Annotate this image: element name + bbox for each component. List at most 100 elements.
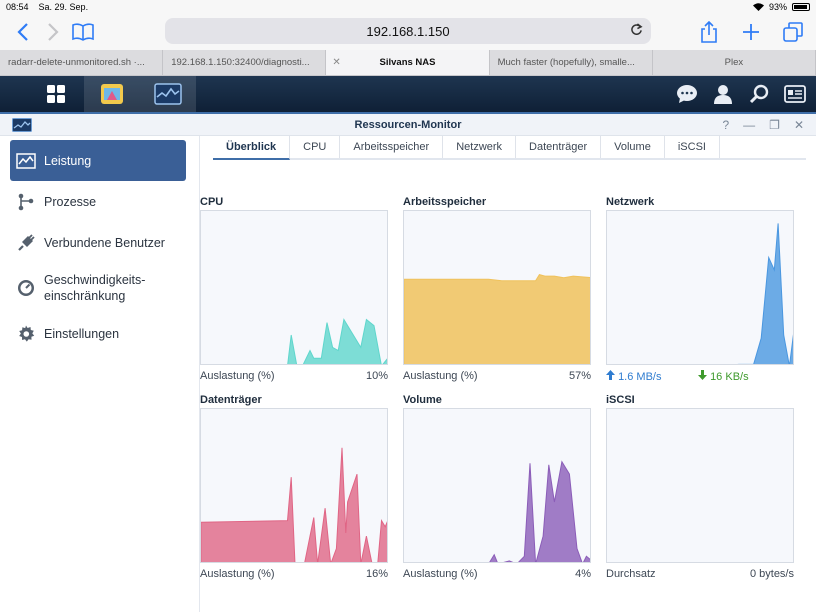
panel-title: CPU xyxy=(200,196,224,208)
process-icon xyxy=(16,192,36,212)
tab-arbeitsspeicher[interactable]: Arbeitsspeicher xyxy=(340,136,444,158)
tab-label: 192.168.1.150:32400/diagnosti... xyxy=(171,57,310,68)
taskbar-app-package[interactable] xyxy=(84,76,140,112)
reload-icon[interactable] xyxy=(630,22,643,40)
tab-datentraeger[interactable]: Datenträger xyxy=(516,136,602,158)
subtab-bar: Überblick CPU Arbeitsspeicher Netzwerk D… xyxy=(213,136,806,160)
volume-series-area xyxy=(489,460,590,562)
tab-label: Much faster (hopefully), smalle... xyxy=(497,57,635,68)
package-center-icon xyxy=(101,84,123,104)
chart-gridlines xyxy=(607,441,794,534)
back-button[interactable] xyxy=(8,17,38,47)
minimize-icon[interactable]: — xyxy=(743,118,755,132)
browser-tab[interactable]: Much faster (hopefully), smalle... xyxy=(490,50,653,75)
sidebar-item-geschwindigkeitseinschraenkung[interactable]: Geschwindigkeits- einschränkung xyxy=(10,263,186,313)
disk-chart xyxy=(200,408,388,563)
search-button[interactable] xyxy=(746,81,772,107)
plug-icon xyxy=(16,233,36,253)
new-tab-button[interactable] xyxy=(736,17,766,47)
chat-bubble-icon xyxy=(677,85,697,103)
plus-icon xyxy=(743,24,759,40)
chart-gridlines xyxy=(201,243,388,336)
chevron-right-icon xyxy=(48,23,59,41)
search-icon xyxy=(749,84,769,104)
network-upload: 1.6 MB/s xyxy=(606,370,698,383)
share-icon xyxy=(701,21,717,43)
volume-panel[interactable]: Volume Auslastung (%) 4% xyxy=(403,394,591,580)
ios-status-bar: 08:54 Sa. 29. Sep. 93% xyxy=(0,0,816,14)
browser-toolbar: 192.168.1.150 xyxy=(0,14,816,50)
arrow-up-icon xyxy=(606,370,615,380)
widget-card-icon xyxy=(784,85,806,103)
tab-label: Silvans NAS xyxy=(379,57,436,68)
panel-foot-label: Auslastung (%) xyxy=(403,568,478,580)
volume-usage-value: 4% xyxy=(575,568,591,580)
volume-chart xyxy=(403,408,591,563)
sidebar-item-prozesse[interactable]: Prozesse xyxy=(10,181,186,222)
sidebar-item-leistung[interactable]: Leistung xyxy=(10,140,186,181)
tab-iscsi[interactable]: iSCSI xyxy=(665,136,720,158)
cpu-panel[interactable]: CPU Auslastung (%) 10% xyxy=(200,196,388,382)
tab-cpu[interactable]: CPU xyxy=(290,136,341,158)
address-bar[interactable]: 192.168.1.150 xyxy=(165,18,651,44)
sidebar-item-label: Geschwindigkeits- einschränkung xyxy=(44,272,145,304)
network-panel[interactable]: Netzwerk 1.6 MB/s 16 KB/s xyxy=(606,196,794,383)
bookmarks-button[interactable] xyxy=(68,17,98,47)
user-menu-button[interactable] xyxy=(710,81,736,107)
sidebar-item-label: Verbundene Benutzer xyxy=(44,235,165,250)
panel-foot-label: Auslastung (%) xyxy=(200,568,275,580)
disk-panel[interactable]: Datenträger Auslastung (%) 16% xyxy=(200,394,388,580)
dsm-taskbar xyxy=(0,76,816,112)
tab-label: Plex xyxy=(724,57,744,68)
panel-title: Volume xyxy=(403,394,442,406)
window-title: Ressourcen-Monitor xyxy=(354,118,462,131)
tab-ueberblick[interactable]: Überblick xyxy=(213,136,291,160)
status-date: Sa. 29. Sep. xyxy=(38,2,89,12)
network-series-area xyxy=(737,223,793,364)
memory-usage-value: 57% xyxy=(568,370,591,382)
main-menu-button[interactable] xyxy=(28,76,84,112)
user-icon xyxy=(714,85,732,104)
window-titlebar: Ressourcen-Monitor ? — ❐ ✕ xyxy=(0,112,816,136)
sidebar-item-verbundene-benutzer[interactable]: Verbundene Benutzer xyxy=(10,222,186,263)
browser-tab[interactable]: Plex xyxy=(653,50,816,75)
tab-volume[interactable]: Volume xyxy=(601,136,665,158)
network-upload-value: 1.6 MB/s xyxy=(618,371,662,383)
notifications-button[interactable] xyxy=(674,81,700,107)
close-tab-icon[interactable]: ✕ xyxy=(332,57,340,68)
performance-chart-icon xyxy=(16,151,36,171)
speedometer-icon xyxy=(16,278,36,298)
help-icon[interactable]: ? xyxy=(722,118,729,132)
memory-chart xyxy=(403,210,591,365)
iscsi-chart xyxy=(606,408,794,563)
arrow-down-icon xyxy=(698,370,707,380)
network-chart xyxy=(606,210,794,365)
sidebar-item-einstellungen[interactable]: Einstellungen xyxy=(10,313,186,354)
panel-title: Netzwerk xyxy=(606,196,655,208)
memory-panel[interactable]: Arbeitsspeicher Auslastung (%) 57% xyxy=(403,196,591,382)
sidebar-item-label-line: Geschwindigkeits- xyxy=(44,273,146,287)
disk-usage-value: 16% xyxy=(365,568,388,580)
forward-button[interactable] xyxy=(38,17,68,47)
taskbar-app-resource-monitor[interactable] xyxy=(140,76,196,112)
restore-icon[interactable]: ❐ xyxy=(769,118,780,132)
panel-foot-label: Auslastung (%) xyxy=(200,370,275,382)
panel-foot-label: Durchsatz xyxy=(606,568,656,580)
sidebar-item-label-line: einschränkung xyxy=(44,289,126,303)
chart-gridlines xyxy=(201,441,388,534)
share-button[interactable] xyxy=(694,17,724,47)
url-text: 192.168.1.150 xyxy=(366,23,450,39)
gear-icon xyxy=(16,324,36,344)
browser-tab[interactable]: 192.168.1.150:32400/diagnosti... xyxy=(163,50,327,75)
browser-tab[interactable]: radarr-delete-unmonitored.sh ·... xyxy=(0,50,164,75)
battery-icon xyxy=(792,3,810,11)
tab-netzwerk[interactable]: Netzwerk xyxy=(443,136,517,158)
chevron-left-icon xyxy=(17,23,28,41)
tabs-overview-button[interactable] xyxy=(778,17,808,47)
close-icon[interactable]: ✕ xyxy=(794,118,804,132)
sidebar-item-label: Einstellungen xyxy=(44,326,120,341)
iscsi-panel[interactable]: iSCSI Durchsatz 0 bytes/s xyxy=(606,394,794,580)
browser-tab-active[interactable]: ✕ Silvans NAS xyxy=(326,50,490,75)
status-time: 08:54 xyxy=(6,2,29,12)
widgets-button[interactable] xyxy=(782,81,808,107)
